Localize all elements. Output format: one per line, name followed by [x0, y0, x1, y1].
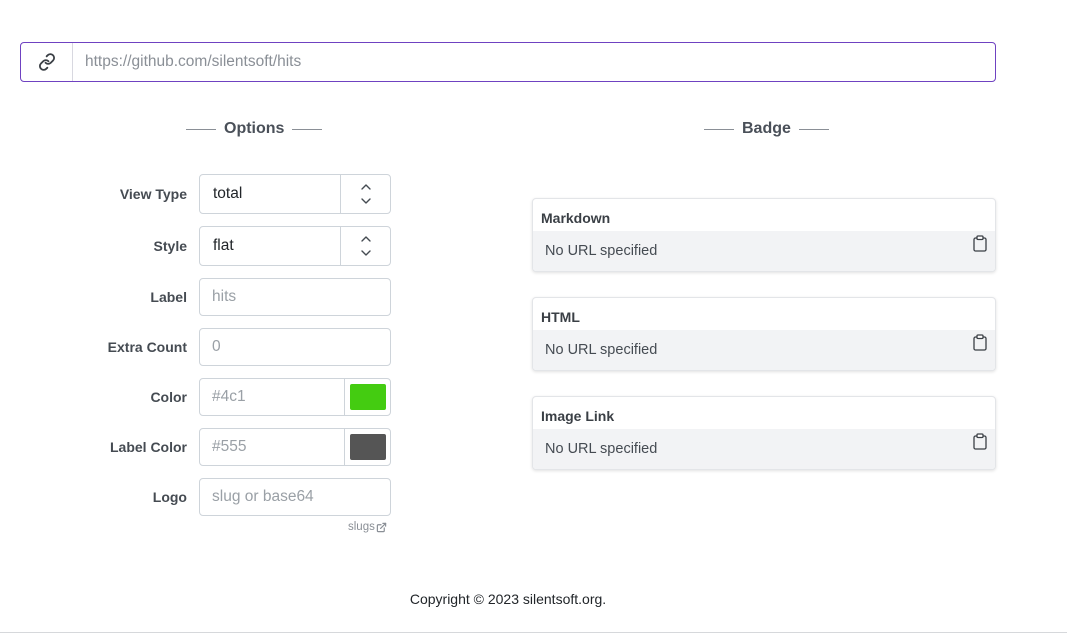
style-select[interactable]: flat	[199, 226, 391, 266]
external-link-icon	[376, 522, 387, 532]
chevron-up-down-icon[interactable]	[340, 227, 390, 265]
options-section-title: Options	[186, 120, 323, 138]
color-swatch[interactable]	[349, 384, 386, 410]
color-field	[199, 378, 391, 416]
slugs-link[interactable]: slugs	[348, 521, 387, 533]
title-divider	[704, 128, 734, 130]
options-title-text: Options	[224, 120, 285, 137]
url-bar	[20, 42, 996, 82]
style-label: Style	[153, 238, 187, 254]
title-divider	[292, 128, 323, 130]
url-input[interactable]	[73, 43, 995, 81]
view-type-select[interactable]: total	[199, 174, 391, 214]
title-divider	[798, 128, 829, 130]
title-divider	[186, 128, 216, 130]
html-card: HTML No URL specified	[532, 297, 996, 371]
color-picker[interactable]	[344, 379, 390, 415]
view-type-value: total	[213, 185, 243, 202]
chevron-up-down-icon[interactable]	[340, 175, 390, 213]
slugs-link-text: slugs	[348, 521, 375, 533]
extra-count-field	[199, 328, 391, 366]
footer-copyright: Copyright © 2023 silentsoft.org.	[409, 591, 607, 607]
extra-count-label: Extra Count	[107, 339, 187, 355]
card-title: HTML	[541, 309, 580, 325]
badge-section-title: Badge	[704, 120, 829, 138]
badge-title-text: Badge	[742, 120, 791, 137]
label-field	[199, 278, 391, 316]
label-field-label: Label	[150, 289, 187, 305]
card-title: Image Link	[541, 408, 615, 424]
extra-count-input[interactable]	[200, 329, 390, 365]
image-link-card: Image Link No URL specified	[532, 396, 996, 470]
clipboard-icon[interactable]	[973, 235, 987, 257]
label-color-input[interactable]	[200, 429, 344, 465]
markdown-card: Markdown No URL specified	[532, 198, 996, 272]
view-type-label: View Type	[119, 186, 187, 202]
link-icon[interactable]	[21, 43, 73, 81]
label-color-label: Label Color	[109, 439, 187, 455]
label-input[interactable]	[200, 279, 390, 315]
clipboard-icon[interactable]	[973, 334, 987, 356]
clipboard-icon[interactable]	[973, 433, 987, 455]
color-label: Color	[150, 389, 187, 405]
color-input[interactable]	[200, 379, 344, 415]
label-color-field	[199, 428, 391, 466]
card-value: No URL specified	[533, 231, 995, 271]
label-color-picker[interactable]	[344, 429, 390, 465]
card-value: No URL specified	[533, 429, 995, 469]
card-value: No URL specified	[533, 330, 995, 370]
bottom-divider	[0, 632, 1067, 633]
style-value: flat	[213, 237, 234, 254]
logo-field	[199, 478, 391, 516]
card-title: Markdown	[541, 210, 611, 226]
logo-input[interactable]	[200, 479, 390, 515]
label-color-swatch[interactable]	[349, 434, 386, 460]
logo-label: Logo	[152, 489, 187, 505]
